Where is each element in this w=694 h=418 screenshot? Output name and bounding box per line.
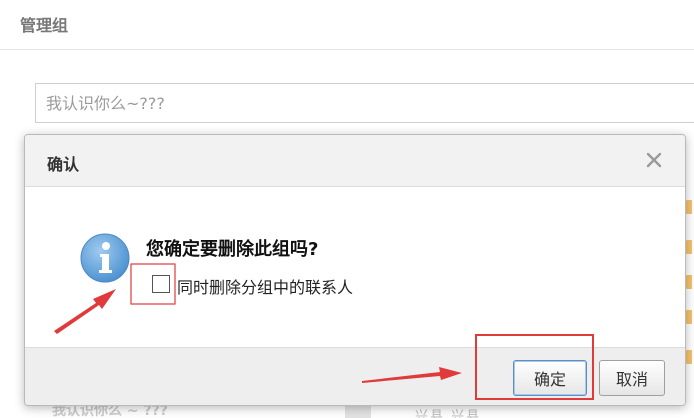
confirm-dialog: 确认 您确定要删除此组吗? 同时删除分组中的联系人 确定 取消	[24, 134, 686, 406]
dialog-footer: 确定 取消	[25, 347, 685, 405]
dialog-header: 确认	[25, 135, 685, 187]
delete-contacts-checkbox[interactable]	[149, 272, 173, 296]
checkbox-box[interactable]	[152, 275, 170, 293]
page-header: 管理组	[0, 0, 694, 50]
cancel-button[interactable]: 取消	[599, 360, 665, 396]
dialog-title: 确认	[47, 155, 80, 174]
list-scrollbar[interactable]	[345, 404, 371, 418]
info-icon	[80, 233, 130, 283]
page-title: 管理组	[20, 16, 69, 35]
group-name-input[interactable]	[35, 83, 694, 123]
checkbox-label[interactable]: 同时删除分组中的联系人	[177, 274, 353, 298]
confirm-button[interactable]: 确定	[513, 360, 587, 396]
list-item-text: 兴县 兴县	[415, 409, 482, 418]
confirm-question: 您确定要删除此组吗?	[146, 239, 319, 260]
close-icon[interactable]	[643, 149, 665, 171]
